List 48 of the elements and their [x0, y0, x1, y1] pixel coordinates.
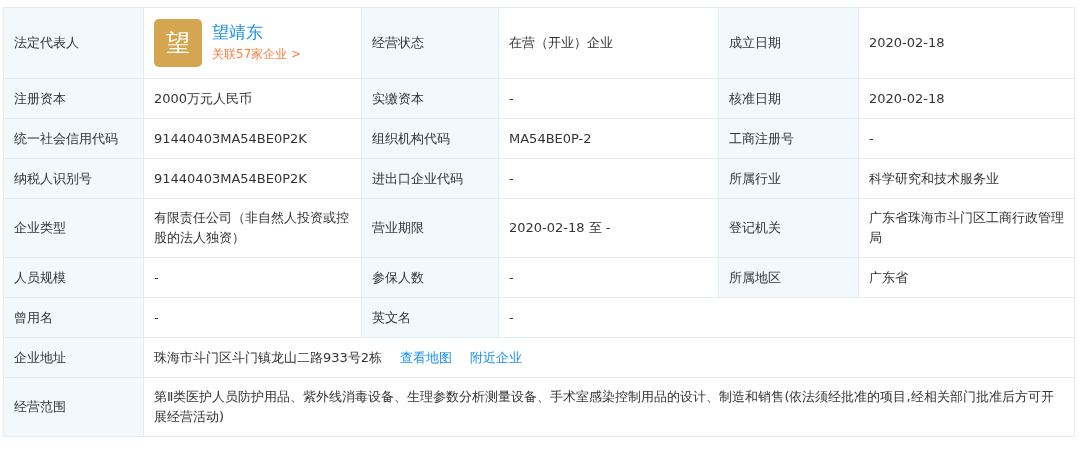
field-value: 有限责任公司（非自然人投资或控股的法人独资）	[154, 209, 350, 247]
field-label: 所属地区	[729, 268, 781, 287]
field-label: 人员规模	[14, 268, 66, 287]
field-label: 工商注册号	[729, 129, 794, 148]
field-value: -	[154, 308, 159, 327]
field-label: 所属行业	[729, 169, 781, 188]
field-label: 经营状态	[372, 34, 424, 52]
field-value: 2020-02-18	[869, 34, 945, 52]
field-value: 2020-02-18 至 -	[509, 219, 611, 237]
field-value: 珠海市斗门区斗门镇龙山二路933号2栋	[154, 348, 383, 367]
field-value: 在营（开业）企业	[509, 34, 613, 52]
field-value: -	[509, 268, 514, 287]
field-value: 第Ⅱ类医护人员防护用品、紫外线消毒设备、生理参数分析测量设备、手术室感染控制用品的设计、制造和销售(依法须经批准的项目,经相关部门批准后方可开展经营活动)	[154, 388, 1055, 426]
field-value: 广东省	[869, 268, 908, 287]
field-value: 91440403MA54BE0P2K	[154, 169, 307, 188]
field-label: 营业期限	[372, 219, 424, 237]
field-label: 企业地址	[14, 348, 66, 367]
field-label: 实缴资本	[372, 89, 424, 108]
field-value: 2000万元人民币	[154, 89, 253, 108]
field-value: -	[509, 308, 514, 327]
field-value: MA54BE0P-2	[509, 129, 592, 148]
field-label: 统一社会信用代码	[14, 129, 118, 148]
field-label: 法定代表人	[14, 34, 79, 52]
avatar: 望	[154, 19, 202, 67]
field-value: 科学研究和技术服务业	[869, 169, 999, 188]
field-label: 成立日期	[729, 34, 781, 52]
field-label: 企业类型	[14, 219, 66, 237]
field-label: 注册资本	[14, 89, 66, 108]
related-companies-link[interactable]: 关联57家企业 >	[212, 44, 302, 64]
field-value: 广东省珠海市斗门区工商行政管理局	[869, 209, 1064, 247]
field-label: 核准日期	[729, 89, 781, 108]
field-value: 91440403MA54BE0P2K	[154, 129, 307, 148]
field-value: -	[869, 129, 874, 148]
person-link[interactable]: 望靖东	[212, 22, 302, 42]
field-label: 进出口企业代码	[372, 169, 463, 188]
field-label: 组织机构代码	[372, 129, 450, 148]
field-value: -	[154, 268, 159, 287]
field-value: 2020-02-18	[869, 89, 945, 108]
field-label: 曾用名	[14, 308, 53, 327]
field-label: 纳税人识别号	[14, 169, 92, 188]
field-value: -	[509, 169, 514, 188]
address-link[interactable]: 查看地图	[400, 347, 453, 368]
field-label: 英文名	[372, 308, 411, 327]
address-link[interactable]: 附近企业	[470, 347, 523, 368]
field-label: 登记机关	[729, 219, 781, 237]
field-value: -	[509, 89, 514, 108]
field-label: 参保人数	[372, 268, 424, 287]
field-label: 经营范围	[14, 398, 66, 416]
